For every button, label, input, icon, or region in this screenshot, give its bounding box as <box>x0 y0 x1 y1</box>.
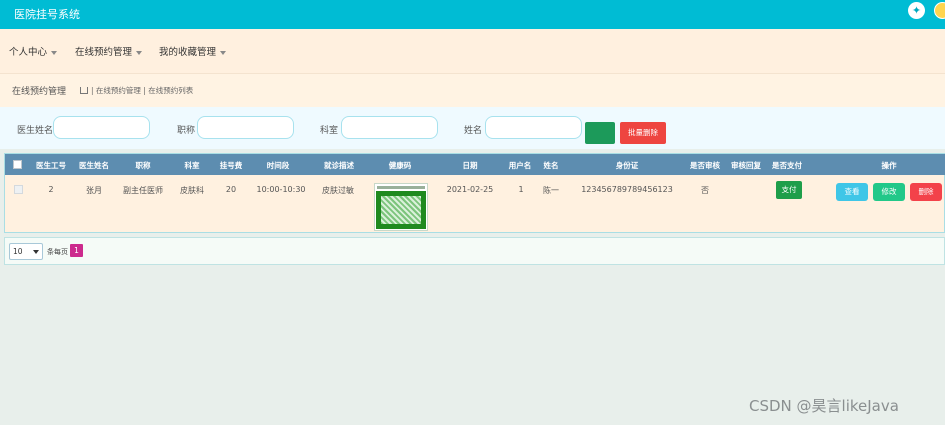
column-header: 健康码 <box>388 161 412 170</box>
column-header[interactable]: 职称 <box>136 160 151 171</box>
breadcrumb: | 在线预约管理 | 在线预约列表 <box>80 85 193 96</box>
health-code-header <box>377 186 425 189</box>
cell-username: 1 <box>518 185 524 194</box>
edit-button[interactable]: 修改 <box>873 183 905 201</box>
nav-item-personal-center[interactable]: 个人中心 <box>9 44 58 58</box>
search-button[interactable] <box>585 122 615 144</box>
health-code-frame <box>376 191 426 229</box>
department-input[interactable] <box>341 116 438 139</box>
home-icon[interactable] <box>80 87 88 94</box>
page-button-current[interactable]: 1 <box>70 244 83 257</box>
column-header[interactable]: 是否审核 <box>690 160 720 171</box>
doctor-name-input[interactable] <box>53 116 150 139</box>
column-header[interactable]: 时间段 <box>267 160 290 171</box>
page-size-select[interactable]: 10 <box>9 243 43 260</box>
column-header[interactable]: 身份证 <box>616 160 639 171</box>
qr-code-icon <box>381 196 421 224</box>
column-header: 操作 <box>881 161 897 170</box>
batch-delete-button[interactable]: 批量删除 <box>620 122 666 144</box>
cell-time-slot: 10:00-10:30 <box>256 185 306 194</box>
cell-fee: 20 <box>225 185 237 194</box>
breadcrumb-bar: 在线预约管理 | 在线预约管理 | 在线预约列表 <box>0 73 945 107</box>
department-label: 科室 <box>320 126 339 136</box>
cell-title: 副主任医师 <box>123 186 163 195</box>
fullscreen-icon[interactable]: ✦ <box>908 2 925 19</box>
row-checkbox[interactable] <box>14 185 23 194</box>
table-row: 2 张月 副主任医师 皮肤科 20 10:00-10:30 皮肤过敏 2021-… <box>5 175 945 233</box>
cell-date: 2021-02-25 <box>446 185 494 194</box>
nav-item-label: 个人中心 <box>9 47 48 58</box>
search-bar: 医生姓名 职称 科室 姓名 批量删除 <box>0 107 945 149</box>
cell-description: 皮肤过敏 <box>322 186 354 195</box>
column-header[interactable]: 科室 <box>185 160 200 171</box>
chevron-down-icon <box>136 50 143 55</box>
column-header[interactable]: 用户名 <box>509 160 532 171</box>
pagination: 10 条每页 1 <box>4 237 945 265</box>
column-header[interactable]: 日期 <box>463 160 478 171</box>
top-bar: 医院挂号系统 ✦ <box>0 0 945 29</box>
cell-doctor-name: 张月 <box>86 186 102 195</box>
cell-name: 陈一 <box>543 186 559 195</box>
column-header[interactable]: 挂号费 <box>220 160 243 171</box>
column-header[interactable]: 审核回复 <box>731 160 761 171</box>
chevron-down-icon <box>33 250 39 254</box>
column-header[interactable]: 是否支付 <box>772 160 802 171</box>
health-code-image <box>374 183 428 231</box>
main-nav: 个人中心 在线预约管理 我的收藏管理 <box>0 29 945 73</box>
cell-id-card: 123456789789456123 <box>581 185 673 194</box>
per-page-label: 条每页 <box>47 248 68 256</box>
appointment-table: 医生工号 医生姓名 职称 科室 挂号费 时间段 就诊描述 健康码 日期 用户名 … <box>4 153 945 233</box>
column-header[interactable]: 就诊描述 <box>324 160 354 171</box>
column-header[interactable]: 医生工号 <box>36 160 66 171</box>
nav-item-label: 我的收藏管理 <box>159 47 217 58</box>
cell-reviewed: 否 <box>701 186 709 195</box>
table-header: 医生工号 医生姓名 职称 科室 挂号费 时间段 就诊描述 健康码 日期 用户名 … <box>5 154 945 175</box>
name-label: 姓名 <box>464 126 483 136</box>
column-header[interactable]: 医生姓名 <box>79 160 109 171</box>
cell-department: 皮肤科 <box>180 186 204 195</box>
title-label: 职称 <box>177 126 196 136</box>
name-input[interactable] <box>485 116 582 139</box>
select-all-checkbox[interactable] <box>13 160 22 169</box>
avatar[interactable] <box>934 2 945 19</box>
column-header[interactable]: 姓名 <box>544 160 559 171</box>
chevron-down-icon <box>51 50 58 55</box>
nav-item-favorites-management[interactable]: 我的收藏管理 <box>159 44 227 58</box>
breadcrumb-path: | 在线预约管理 | 在线预约列表 <box>91 86 194 95</box>
doctor-name-label: 医生姓名 <box>17 126 54 136</box>
page-title: 在线预约管理 <box>12 87 67 97</box>
nav-item-appointment-management[interactable]: 在线预约管理 <box>75 44 143 58</box>
view-button[interactable]: 查看 <box>836 183 868 201</box>
watermark: CSDN @昊言likeJava <box>749 397 899 415</box>
pay-button[interactable]: 支付 <box>776 181 802 199</box>
cell-doctor-id: 2 <box>48 185 54 194</box>
chevron-down-icon <box>220 50 227 55</box>
app-title: 医院挂号系统 <box>14 8 80 21</box>
page-size-value: 10 <box>13 247 23 256</box>
title-input[interactable] <box>197 116 294 139</box>
delete-button[interactable]: 删除 <box>910 183 942 201</box>
nav-item-label: 在线预约管理 <box>75 47 133 58</box>
